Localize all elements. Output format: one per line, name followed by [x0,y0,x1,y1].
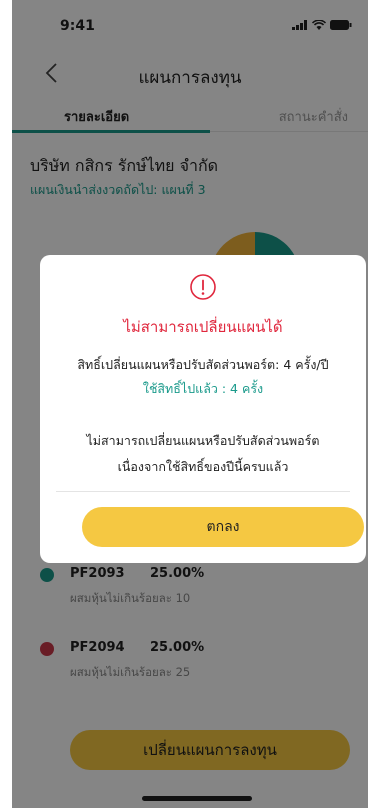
phone-screen: 9:41 แผนการลงทุน รายละเอียด สถานะคำสั่ง [12,0,368,808]
error-dialog: ไม่สามารถเปลี่ยนแผนได้ สิทธิ์เปลี่ยนแผนห… [40,255,366,563]
rights-used-text: ใช้สิทธิ์ไปแล้ว : 4 ครั้ง [142,381,264,396]
ok-button[interactable]: ตกลง [82,507,364,547]
home-indicator[interactable] [142,796,252,801]
dialog-divider [56,491,350,492]
alert-circle-icon [190,274,216,300]
dialog-title: ไม่สามารถเปลี่ยนแผนได้ [123,318,283,336]
rights-quota-text: สิทธิ์เปลี่ยนแผนหรือปรับสัดส่วนพอร์ต: 4 … [77,357,329,372]
dialog-message-line1: ไม่สามารถเปลี่ยนแผนหรือปรับสัดส่วนพอร์ต [86,433,320,448]
dialog-message-line2: เนื่องจากใช้สิทธิ์ของปีนี้ครบแล้ว [117,459,289,474]
